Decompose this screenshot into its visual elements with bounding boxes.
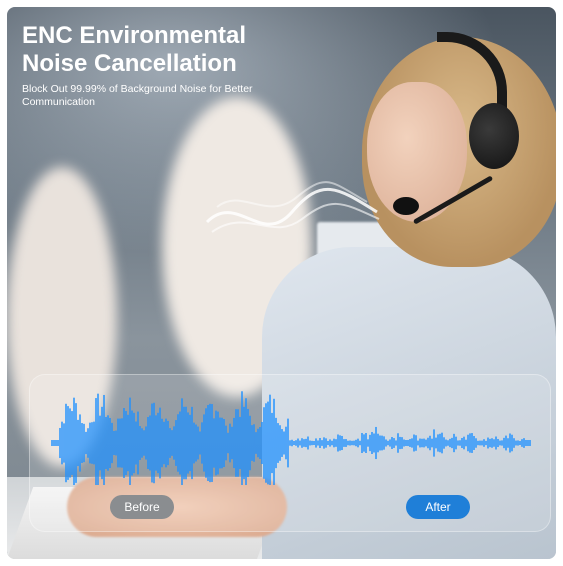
headline-line-1: ENC Environmental — [22, 22, 247, 49]
headline-line-2: Noise Cancellation — [22, 50, 237, 77]
subheadline: Block Out 99.99% of Background Noise for… — [22, 83, 253, 108]
headline: ENC Environmental Noise Cancellation — [22, 22, 246, 78]
product-banner: ENC Environmental Noise Cancellation Blo… — [0, 0, 563, 566]
after-label: After — [406, 495, 470, 519]
audio-waveform — [51, 391, 531, 485]
waveform-panel: Before After — [29, 374, 551, 532]
before-label: Before — [110, 495, 174, 519]
